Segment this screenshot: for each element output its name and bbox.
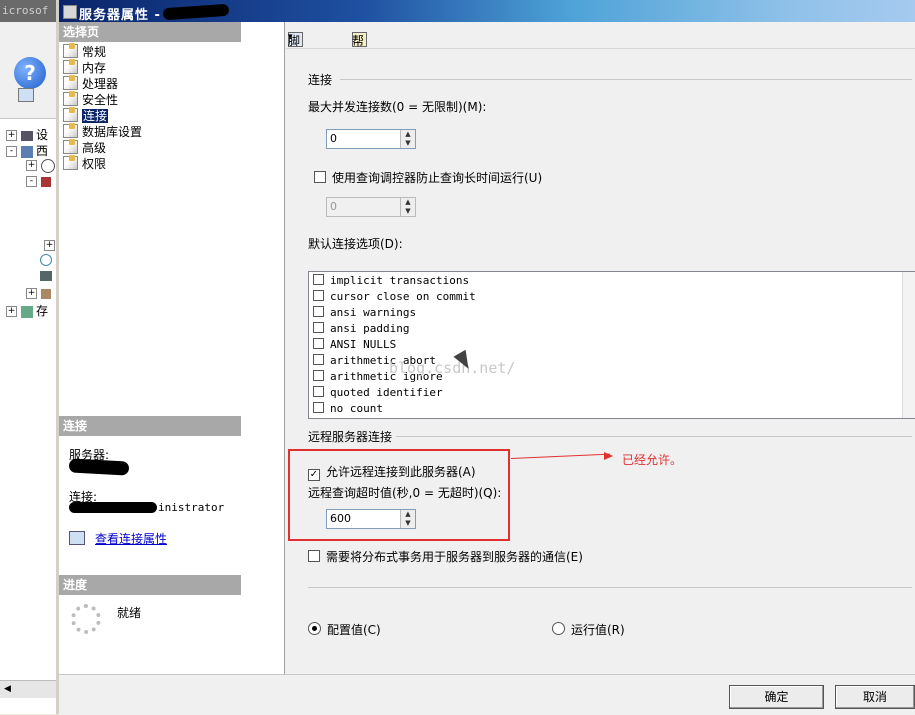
tree-row[interactable]: + 设 — [6, 126, 48, 143]
chevron-down-icon: ▾ — [288, 32, 293, 42]
connections-page: 连接 最大并发连接数(0 = 无限制)(M): 0 ▲ ▼ 使用查询调控器防止查询… — [286, 49, 915, 673]
option-checkbox[interactable] — [313, 386, 324, 397]
remote-section-title: 远程服务器连接 — [308, 430, 393, 444]
option-checkbox[interactable] — [313, 338, 324, 349]
page-icon — [63, 75, 78, 90]
connection-header: 连接 — [59, 416, 241, 436]
option-checkbox[interactable] — [313, 322, 324, 333]
connection-value: inistrator — [158, 501, 225, 514]
horizontal-scrollbar[interactable]: ◀ — [0, 680, 56, 698]
configured-values-option[interactable]: 配置值(C) — [308, 621, 381, 638]
page-icon — [63, 123, 78, 138]
view-connection-properties[interactable]: 查看连接属性 — [69, 530, 167, 547]
section-divider — [396, 436, 912, 437]
page-icon — [63, 43, 78, 58]
default-options-label: 默认连接选项(D): — [308, 237, 403, 251]
annotation-text: 已经允许。 — [622, 453, 683, 467]
max-concurrent-label: 最大并发连接数(0 = 无限制)(M): — [308, 100, 487, 114]
window-icon — [63, 5, 77, 19]
tree-row[interactable]: + 存 — [6, 302, 48, 319]
dialog-toolbar: 脚本 ▾ 帮助 — [286, 22, 915, 65]
page-icon — [63, 155, 78, 170]
page-icon — [63, 59, 78, 74]
option-checkbox[interactable] — [313, 274, 324, 285]
ok-button[interactable]: 确定 — [729, 685, 824, 709]
list-item[interactable]: cursor close on commit — [313, 290, 476, 303]
left-pane: 选择页 常规 内存 处理器 安全性 连接 数据库设置 高级 权限 连接 服务器:… — [59, 22, 285, 674]
query-governor-input: 0 ▲ ▼ — [326, 197, 416, 217]
object-explorer-tree: + 设 -西 + - + + + 存 — [0, 118, 56, 678]
list-item[interactable]: quoted identifier — [313, 386, 443, 399]
cancel-button[interactable]: 取消 — [835, 685, 915, 709]
query-governor-label: 使用查询调控器防止查询长时间运行(U) — [332, 171, 543, 185]
default-options-list[interactable]: implicit transactions cursor close on co… — [308, 271, 915, 419]
query-governor-checkbox[interactable] — [314, 171, 326, 183]
page-item-database-settings[interactable]: 数据库设置 — [63, 123, 142, 140]
option-checkbox[interactable] — [313, 354, 324, 365]
tree-item-icon — [40, 270, 52, 284]
select-page-header: 选择页 — [59, 22, 241, 42]
page-item-memory[interactable]: 内存 — [63, 59, 106, 76]
distributed-tx-label: 需要将分布式事务用于服务器到服务器的通信(E) — [326, 550, 583, 564]
option-checkbox[interactable] — [313, 402, 324, 413]
page-item-connections[interactable]: 连接 — [63, 107, 109, 124]
annotation-highlight-box — [288, 449, 510, 541]
background-toolbar: ? — [0, 22, 58, 119]
annotation-arrow-head — [604, 452, 613, 460]
progress-status: 就绪 — [117, 606, 142, 620]
max-concurrent-input[interactable]: 0 ▲ ▼ — [326, 129, 416, 149]
distributed-tx-option[interactable]: 需要将分布式事务用于服务器到服务器的通信(E) — [308, 548, 583, 565]
tree-row[interactable]: + — [26, 286, 51, 300]
page-item-processors[interactable]: 处理器 — [63, 75, 118, 92]
section-divider — [340, 79, 912, 80]
query-governor-option[interactable]: 使用查询调控器防止查询长时间运行(U) — [314, 169, 542, 186]
page-icon — [63, 91, 78, 106]
page-icon — [63, 107, 78, 122]
running-values-option[interactable]: 运行值(R) — [552, 621, 625, 638]
tree-item-icon — [40, 254, 52, 269]
page-item-permissions[interactable]: 权限 — [63, 155, 106, 172]
watermark-text: blog.csdn.net/ — [389, 359, 516, 377]
tree-row[interactable]: + — [26, 158, 55, 173]
running-values-radio[interactable] — [552, 622, 565, 635]
distributed-tx-checkbox[interactable] — [308, 550, 320, 562]
connections-section-title: 连接 — [308, 73, 333, 87]
page-item-general[interactable]: 常规 — [63, 43, 106, 60]
background-app-window: icrosof ? + 设 -西 + - + + + 存 ◀ — [0, 0, 60, 714]
copy-icon[interactable] — [18, 88, 34, 102]
list-scrollbar[interactable] — [902, 272, 915, 418]
help-icon[interactable]: ? — [14, 57, 46, 89]
redaction-mark — [68, 458, 130, 476]
view-connection-link[interactable]: 查看连接属性 — [95, 532, 167, 546]
background-app-title: icrosof — [0, 0, 60, 22]
connection-properties-icon — [69, 531, 85, 545]
section-divider — [308, 587, 912, 588]
spin-updown-icon: ▲ ▼ — [400, 198, 415, 216]
dialog-titlebar[interactable]: 服务器属性 - C — [59, 0, 915, 23]
page-item-security[interactable]: 安全性 — [63, 91, 118, 108]
spin-updown-icon[interactable]: ▲ ▼ — [400, 130, 415, 148]
option-checkbox[interactable] — [313, 370, 324, 381]
list-item[interactable]: ansi padding — [313, 322, 409, 335]
option-checkbox[interactable] — [313, 290, 324, 301]
option-checkbox[interactable] — [313, 306, 324, 317]
progress-header: 进度 — [59, 575, 241, 595]
list-item[interactable]: ansi warnings — [313, 306, 416, 319]
list-item[interactable]: no count — [313, 402, 383, 415]
configured-values-radio[interactable] — [308, 622, 321, 635]
tree-row[interactable]: -西 — [6, 142, 48, 159]
tree-row[interactable]: - — [26, 174, 51, 188]
list-item[interactable]: implicit transactions — [313, 274, 469, 287]
redaction-mark — [69, 502, 157, 513]
server-properties-dialog: 服务器属性 - C 选择页 常规 内存 处理器 安全性 连接 数据库设置 高级 … — [59, 0, 915, 714]
progress-spinner-icon — [71, 604, 101, 634]
page-icon — [63, 139, 78, 154]
list-item[interactable]: ANSI NULLS — [313, 338, 396, 351]
page-item-advanced[interactable]: 高级 — [63, 139, 106, 156]
